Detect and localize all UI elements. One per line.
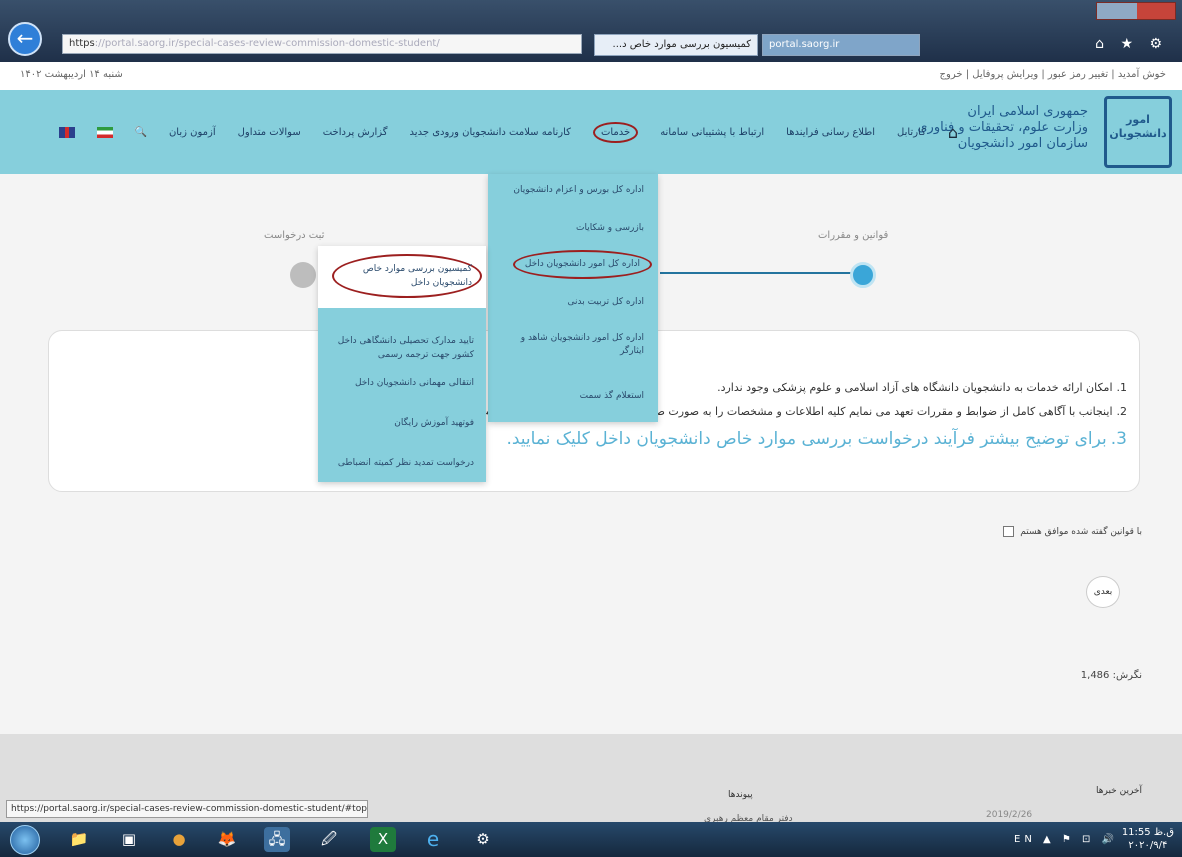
window-controls[interactable] (1096, 2, 1176, 20)
rule-2-num: 2. (1116, 405, 1128, 418)
logo[interactable]: امور دانشجویان (1104, 96, 1172, 168)
footer-links-title: پیوندها (728, 790, 753, 800)
network-icon[interactable]: 🖧 (264, 827, 290, 852)
nav-item-services[interactable]: خدمات (592, 121, 639, 143)
user-links[interactable]: خوش آمدید | تغییر رمز عبور | ویرایش پروف… (940, 69, 1166, 80)
address-rest: ://portal.saorg.ir/special-cases-review-… (94, 38, 440, 49)
agree-label: با قوانین گفته شده موافق هستم (1020, 526, 1142, 537)
chrome-icon[interactable]: ● (166, 827, 192, 852)
excel-icon[interactable]: X (370, 827, 396, 852)
menu-item-inquiry[interactable]: استعلام گذ سمت (504, 390, 644, 403)
tab-other[interactable]: portal.saorg.ir (762, 34, 920, 56)
services-dropdown: اداره کل بورس و اعزام دانشجویان بازرسی و… (488, 174, 658, 422)
clock[interactable]: 11:55 ق.ظ ۲۰۲۰/۹/۴ (1122, 826, 1174, 852)
menu-item-shahed-students[interactable]: اداره کل امور دانشجویان شاهد و ایثارگر (504, 332, 644, 358)
submenu-item-disciplinary[interactable]: درخواست تمدید نظر کمیته انضباطی (328, 456, 474, 470)
browser-chrome: ← https://portal.saorg.ir/special-cases-… (0, 0, 1182, 62)
uk-flag-icon[interactable] (58, 126, 75, 138)
status-bar-url: https://portal.saorg.ir/special-cases-re… (6, 800, 368, 818)
menu-item-domestic-students[interactable]: اداره کل امور دانشجویان داخل (512, 250, 652, 279)
site-topbar: خوش آمدید | تغییر رمز عبور | ویرایش پروف… (0, 62, 1182, 90)
start-button[interactable] (10, 825, 40, 855)
nav-item-kartabl[interactable]: کارتابل (897, 127, 926, 138)
rule-1-text: امکان ارائه خدمات به دانشجویان دانشگاه ه… (717, 381, 1113, 394)
ie-icon[interactable]: e (420, 827, 446, 852)
nav-item-payment-report[interactable]: گزارش پرداخت (323, 127, 388, 138)
settings-icon[interactable]: ⚙ (470, 827, 496, 852)
footer-news-title: آخرین خبرها (1096, 786, 1142, 796)
minimize-icon[interactable] (1097, 3, 1137, 19)
nav-item-process-info[interactable]: اطلاع رسانی فرایندها (786, 127, 875, 138)
step-rules-dot (850, 262, 876, 288)
nav-item-language-test[interactable]: آزمون زبان (169, 127, 216, 138)
clock-date: ۲۰۲۰/۹/۴ (1128, 840, 1168, 851)
step-request-dot (290, 262, 316, 288)
menu-item-scholarship[interactable]: اداره کل بورس و اعزام دانشجویان (504, 184, 644, 197)
windows-taskbar: 📁 ▣ ● 🦊 🖧 🖉 X e ⚙ EN ▲ ⚑ ⊡ 🔊 11:55 ق.ظ ۲… (0, 822, 1182, 857)
tab-active[interactable]: کمیسیون بررسی موارد خاص د... (594, 34, 758, 56)
menu-item-inspection[interactable]: بازرسی و شکایات (504, 222, 644, 235)
current-date: شنبه ۱۴ اردیبهشت ۱۴۰۲ (20, 69, 123, 80)
back-arrow-icon[interactable]: ← (8, 22, 42, 56)
nav-item-health-card[interactable]: کارنامه سلامت دانشجویان ورودی جدید (410, 127, 571, 138)
step-progress-line (660, 272, 860, 274)
main-nav: ⌂ کارتابل اطلاع رسانی فرایندها ارتباط با… (58, 121, 958, 143)
org-line1: جمهوری اسلامی ایران (967, 104, 1088, 119)
paint-icon[interactable]: 🖉 (316, 827, 342, 852)
submenu-item-transfer[interactable]: انتقالی مهمانی دانشجویان داخل (328, 376, 474, 390)
next-button[interactable]: بعدی (1086, 576, 1120, 608)
submenu-item-special-cases[interactable]: کمیسیون بررسی موارد خاص دانشجویان داخل (332, 254, 482, 298)
search-icon[interactable]: 🔍 (135, 127, 147, 138)
rule-3-link[interactable]: 3.برای توضیح بیشتر فرآیند درخواست بررسی … (506, 429, 1127, 449)
iran-flag-icon[interactable] (96, 126, 113, 138)
domestic-students-submenu: کمیسیون بررسی موارد خاص دانشجویان داخل ت… (318, 246, 486, 482)
rule-1: 1.امکان ارائه خدمات به دانشجویان دانشگاه… (717, 381, 1127, 394)
rule-1-num: 1. (1116, 381, 1128, 394)
nav-item-support[interactable]: ارتباط با پشتیبانی سامانه (660, 127, 764, 138)
footer-news-item[interactable]: 2019/2/26 (986, 810, 1032, 820)
explorer-icon[interactable]: 📁 (66, 827, 92, 852)
agree-checkbox[interactable] (1003, 526, 1015, 537)
address-bar[interactable]: https://portal.saorg.ir/special-cases-re… (62, 34, 582, 54)
step-rules-label: قوانین و مقررات (818, 230, 889, 241)
rule-3-text[interactable]: برای توضیح بیشتر فرآیند درخواست بررسی مو… (506, 429, 1106, 449)
agree-row: با قوانین گفته شده موافق هستم (1003, 526, 1142, 537)
site-header: امور دانشجویان جمهوری اسلامی ایران وزارت… (0, 90, 1182, 174)
submenu-item-document-verification[interactable]: تایید مدارک تحصیلی دانشگاهی داخل کشور جه… (328, 334, 474, 362)
submenu-item-free-education[interactable]: فوتهید آموزش رایگان (328, 416, 474, 430)
step-request-label: ثبت درخواست (264, 230, 325, 241)
browser-toolbar-icons[interactable]: ⌂ ★ ⚙ (1095, 36, 1168, 52)
app-icon[interactable]: ▣ (116, 827, 142, 852)
clock-time: 11:55 ق.ظ (1121, 827, 1174, 838)
nav-item-faq[interactable]: سوالات متداول (238, 127, 301, 138)
firefox-icon[interactable]: 🦊 (214, 827, 240, 852)
home-icon[interactable]: ⌂ (948, 123, 958, 142)
visit-counter: نگرش: 1,486 (1080, 670, 1142, 681)
address-prefix: https (69, 38, 95, 49)
rule-3-num: 3. (1110, 429, 1127, 449)
menu-item-physical-education[interactable]: اداره کل تربیت بدنی (504, 296, 644, 309)
system-tray[interactable]: EN ▲ ⚑ ⊡ 🔊 (1014, 834, 1118, 845)
